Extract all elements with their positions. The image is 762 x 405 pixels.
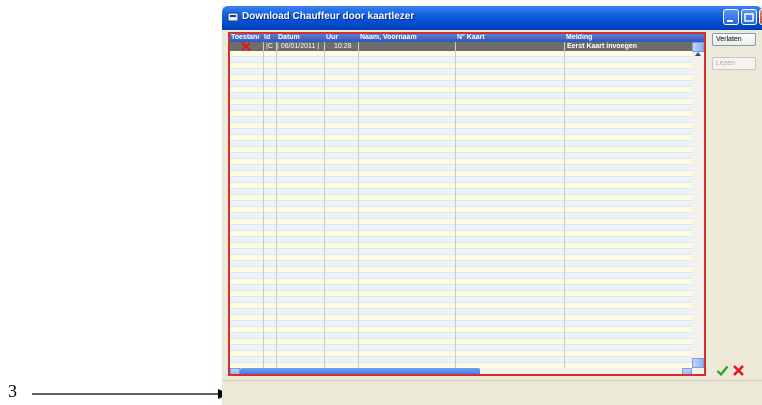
scroll-down-button[interactable]	[692, 358, 704, 372]
column-header-kaart[interactable]: N° Kaart	[457, 34, 557, 42]
cell-melding: Eerst Kaart invoegen	[567, 43, 638, 50]
app-icon	[227, 12, 239, 22]
scroll-left-button[interactable]	[230, 368, 240, 374]
vertical-scrollbar[interactable]	[692, 42, 704, 372]
column-divider	[276, 42, 277, 368]
scroll-right-button[interactable]	[682, 368, 692, 374]
cell-datum: | 06/01/2011 |	[277, 43, 320, 50]
maximize-icon	[744, 13, 754, 22]
cell-kaart	[459, 42, 559, 51]
cell-naam	[362, 42, 452, 51]
maximize-button[interactable]	[741, 9, 757, 25]
column-header-datum[interactable]: Datum	[278, 34, 323, 42]
column-divider	[564, 42, 565, 368]
annotation-arrow-icon	[32, 389, 230, 399]
column-header-toestand[interactable]: Toestand	[231, 34, 259, 42]
column-header-uur[interactable]: Uur	[326, 34, 356, 42]
table-row[interactable]: |C | 06/01/2011 | 10:28 Eerst Kaart invo…	[230, 42, 692, 51]
title-bar[interactable]: Download Chauffeur door kaartlezer	[222, 6, 762, 30]
column-header-id[interactable]: Id	[264, 34, 276, 42]
annotation-number: 3	[8, 381, 17, 401]
cell-uur: 10:28	[334, 43, 352, 50]
horizontal-scrollbar[interactable]	[230, 368, 704, 374]
red-x-icon	[241, 42, 251, 51]
arrow-up-icon	[695, 52, 701, 56]
scroll-up-button[interactable]	[692, 42, 704, 56]
column-divider	[324, 42, 325, 368]
status-bar	[222, 380, 762, 405]
download-chauffeur-window: Download Chauffeur door kaartlezer Toest…	[222, 6, 762, 405]
column-header-naam[interactable]: Naam, Voornaam	[360, 34, 450, 42]
green-check-icon[interactable]	[716, 364, 729, 377]
verlaten-button[interactable]: Verlaten	[712, 33, 756, 46]
grid-header: Toestand Id Datum Uur Naam, Voornaam N° …	[230, 34, 704, 42]
column-divider	[358, 42, 359, 368]
column-divider	[455, 42, 456, 368]
column-header-melding[interactable]: Melding	[566, 34, 686, 42]
column-divider	[263, 42, 264, 368]
empty-rows-area	[230, 51, 692, 368]
horizontal-scroll-thumb[interactable]	[240, 368, 480, 374]
window-title: Download Chauffeur door kaartlezer	[242, 11, 415, 22]
red-x-icon[interactable]	[732, 364, 745, 377]
minimize-button[interactable]	[723, 9, 739, 25]
minimize-icon	[727, 20, 733, 22]
lezen-button[interactable]: Lezen	[712, 57, 756, 70]
download-grid: Toestand Id Datum Uur Naam, Voornaam N° …	[228, 32, 706, 376]
